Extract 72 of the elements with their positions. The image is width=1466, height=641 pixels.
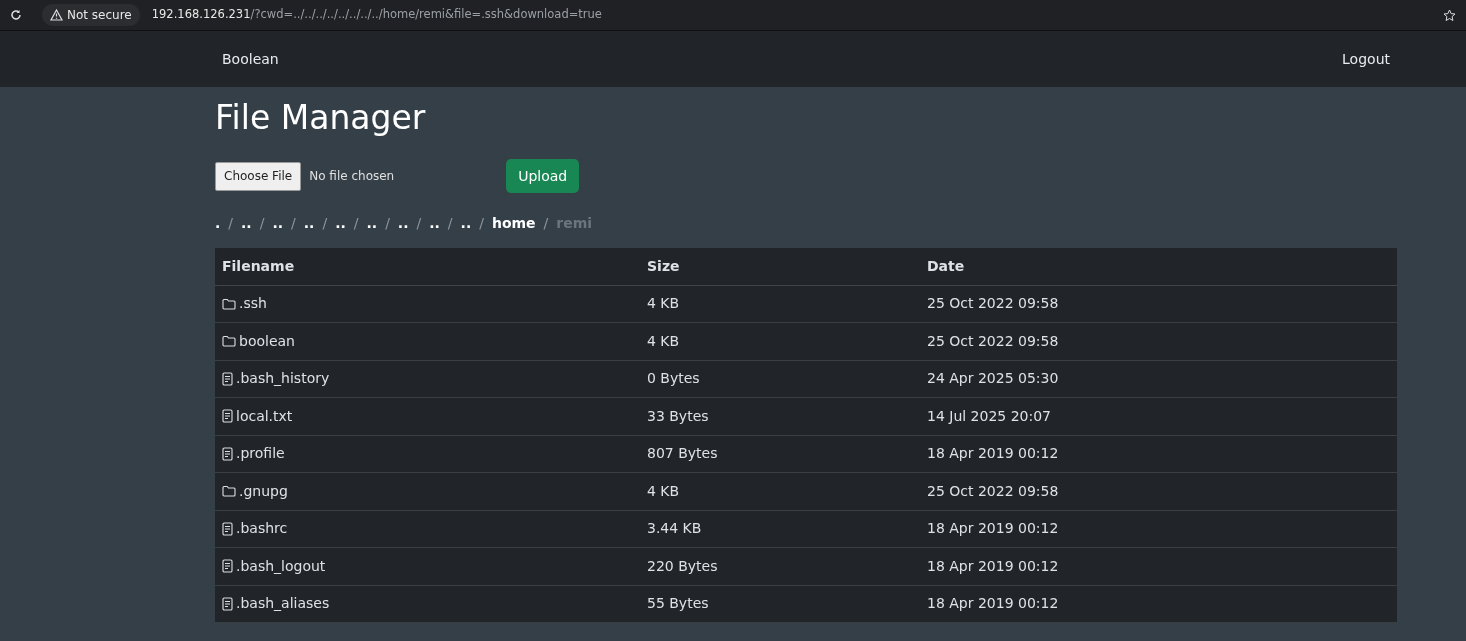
breadcrumb-separator: /	[384, 213, 391, 233]
breadcrumb-link[interactable]: ..	[335, 212, 346, 234]
breadcrumb-separator: /	[227, 213, 235, 233]
table-cell: 25 Oct 2022 09:58	[920, 285, 1397, 323]
breadcrumb-link[interactable]: ..	[272, 212, 284, 234]
file-link[interactable]: .bash_history	[236, 368, 330, 390]
logout-link[interactable]: Logout	[1342, 48, 1390, 70]
breadcrumb-separator: /	[258, 213, 266, 233]
reload-icon[interactable]	[10, 9, 22, 21]
table-cell: 18 Apr 2019 00:12	[920, 435, 1397, 473]
folder-icon	[222, 335, 236, 348]
page-title: File Manager	[215, 97, 427, 139]
file-status-text: No file chosen	[309, 168, 396, 185]
file-link[interactable]: boolean	[239, 330, 295, 352]
table-cell: 25 Oct 2022 09:58	[920, 322, 1397, 360]
breadcrumb-separator: /	[446, 213, 454, 233]
table-cell: 25 Oct 2022 09:58	[920, 472, 1397, 510]
table-cell: 18 Apr 2019 00:12	[920, 547, 1397, 585]
column-header: Size	[640, 248, 920, 285]
star-icon[interactable]	[1443, 8, 1456, 22]
file-link[interactable]: .bashrc	[236, 518, 288, 540]
breadcrumb-separator: /	[321, 213, 329, 233]
breadcrumb-separator: /	[352, 213, 360, 233]
folder-icon	[222, 297, 236, 310]
folder-icon	[222, 485, 236, 498]
breadcrumb-link[interactable]: ..	[460, 212, 472, 234]
warning-icon	[50, 9, 63, 21]
upload-button[interactable]: Upload	[506, 159, 580, 193]
breadcrumb-link[interactable]: ..	[241, 212, 252, 234]
table-cell: 33 Bytes	[640, 397, 920, 435]
breadcrumb-link[interactable]: ..	[366, 212, 378, 234]
table-cell: 807 Bytes	[640, 435, 920, 473]
security-label: Not secure	[67, 7, 132, 24]
file-link[interactable]: .gnupg	[239, 480, 288, 502]
table-cell: 3.44 KB	[640, 510, 920, 548]
document-icon	[222, 371, 233, 386]
breadcrumb-separator: /	[290, 213, 297, 233]
table-cell: 220 Bytes	[640, 547, 920, 585]
breadcrumb-separator: /	[542, 213, 550, 233]
table-cell: 14 Jul 2025 20:07	[920, 397, 1397, 435]
breadcrumb-link[interactable]: ..	[303, 212, 315, 234]
table-cell: 4 KB	[640, 322, 920, 360]
security-chip[interactable]: Not secure	[42, 4, 140, 26]
breadcrumb-separator: /	[415, 213, 423, 233]
breadcrumb-link[interactable]: .	[215, 212, 221, 234]
column-header: Filename	[215, 248, 640, 285]
breadcrumb-link[interactable]: home	[491, 212, 536, 234]
column-header: Date	[920, 248, 1397, 285]
document-icon	[222, 559, 233, 574]
table-cell: 0 Bytes	[640, 360, 920, 398]
file-link[interactable]: .profile	[236, 443, 285, 465]
table-cell: 4 KB	[640, 472, 920, 510]
choose-file-button[interactable]: Choose File	[215, 161, 302, 191]
file-link[interactable]: .bash_aliases	[236, 593, 330, 615]
file-link[interactable]: local.txt	[236, 405, 293, 427]
document-icon	[222, 446, 233, 461]
table-cell: 24 Apr 2025 05:30	[920, 360, 1397, 398]
breadcrumb-link[interactable]: ..	[429, 212, 440, 234]
document-icon	[222, 409, 233, 424]
address-field[interactable]: 192.168.126.231/?cwd=../../../../../../../../home/remi&file=.ssh&download=true	[151, 6, 1431, 24]
breadcrumb-link[interactable]: ..	[397, 212, 409, 234]
breadcrumb-current: remi	[556, 213, 593, 233]
table-cell: 18 Apr 2019 00:12	[920, 510, 1397, 548]
brand-link[interactable]: Boolean	[222, 48, 279, 70]
document-icon	[222, 521, 233, 536]
file-link[interactable]: .bash_logout	[236, 555, 326, 577]
table-cell: 4 KB	[640, 285, 920, 323]
table-cell: 55 Bytes	[640, 585, 920, 623]
table-cell: 18 Apr 2019 00:12	[920, 585, 1397, 623]
file-link[interactable]: .ssh	[239, 293, 267, 315]
breadcrumb-separator: /	[478, 213, 485, 233]
document-icon	[222, 596, 233, 611]
